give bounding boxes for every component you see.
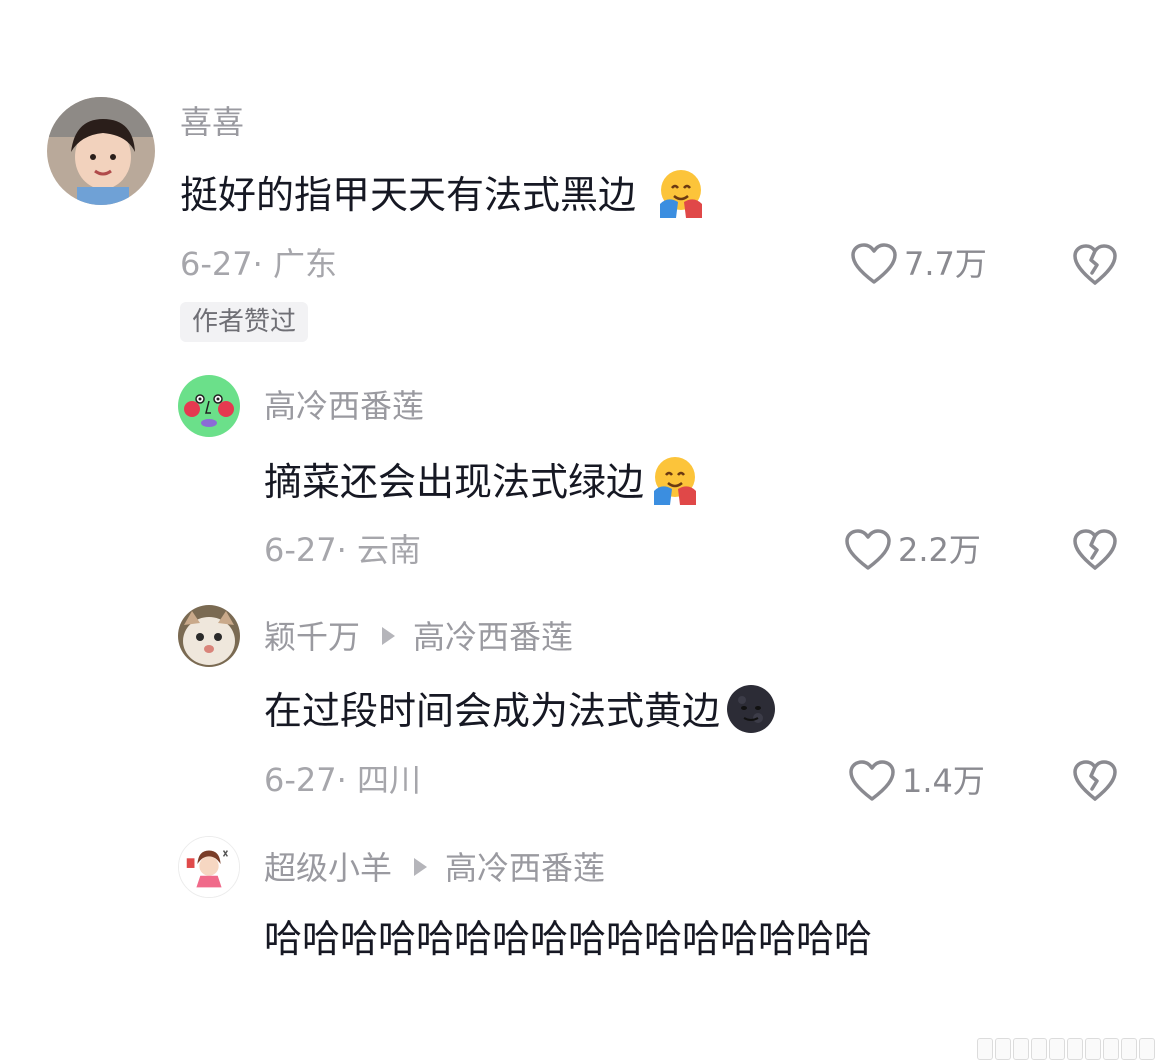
comment-author[interactable]: 喜喜 (180, 102, 244, 142)
reply-arrow-icon (414, 858, 428, 876)
reply-header: 颖千万 高冷西番莲 (264, 617, 573, 657)
comment-text-content: 摘菜还会出现法式绿边 (264, 460, 645, 504)
comment-text: 摘菜还会出现法式绿边 (264, 453, 702, 507)
comment-date-location: 6-27· 云南 (264, 531, 421, 569)
avatar[interactable] (178, 375, 240, 437)
comment-text-content: 在过段时间会成为法式黄边 (264, 689, 721, 733)
comment-text-content: 挺好的指甲天天有法式黑边 (180, 173, 637, 217)
comment-author[interactable]: 高冷西番莲 (264, 386, 424, 426)
new-moon-face-icon (724, 682, 778, 736)
comment-author[interactable]: 超级小羊 (264, 849, 392, 887)
reply-to-name[interactable]: 高冷西番莲 (445, 849, 605, 887)
avatar[interactable] (178, 836, 240, 898)
smiling-face-with-hearts-hugging-icon (654, 166, 708, 220)
comment-text: 挺好的指甲天天有法式黑边 (180, 166, 708, 220)
reply-to-name[interactable]: 高冷西番莲 (413, 618, 573, 656)
heart-icon (845, 529, 891, 570)
author-liked-badge: 作者赞过 (180, 302, 309, 342)
comment-text: 哈哈哈哈哈哈哈哈哈哈哈哈哈哈哈哈 (264, 917, 873, 961)
broken-heart-icon[interactable] (1072, 759, 1118, 803)
avatar[interactable] (47, 97, 155, 205)
heart-icon (849, 760, 895, 801)
smiling-face-with-hearts-hugging-icon (648, 453, 702, 507)
like-count: 2.2万 (898, 531, 981, 569)
like-button[interactable]: 1.4万 (848, 759, 985, 803)
like-count: 1.4万 (902, 762, 985, 800)
reply-arrow-icon (382, 627, 396, 645)
like-button[interactable]: 2.2万 (844, 528, 981, 572)
avatar[interactable] (178, 605, 240, 667)
comment-author[interactable]: 颖千万 (264, 618, 360, 656)
watermark (977, 1038, 1155, 1060)
comment-date-location: 6-27· 广东 (180, 245, 337, 283)
heart-icon (851, 243, 897, 284)
like-button[interactable]: 7.7万 (850, 242, 987, 286)
comment-text: 在过段时间会成为法式黄边 (264, 682, 778, 736)
broken-heart-icon[interactable] (1072, 243, 1118, 287)
comment-date-location: 6-27· 四川 (264, 761, 421, 799)
like-count: 7.7万 (904, 245, 987, 283)
broken-heart-icon[interactable] (1072, 528, 1118, 572)
reply-header: 超级小羊 高冷西番莲 (264, 848, 605, 888)
